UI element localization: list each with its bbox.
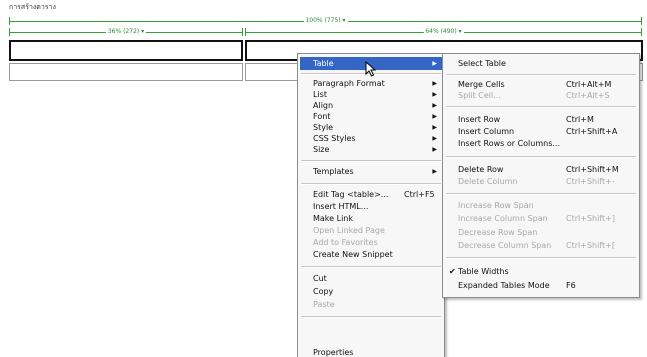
menu-separator	[301, 316, 441, 318]
submenu-item-select-table[interactable]: Select Table	[445, 57, 637, 70]
submenu-item-split-cell: Split Cell... Ctrl+Alt+S	[458, 91, 610, 100]
menu-item-templates[interactable]: Templates ▶	[300, 165, 442, 178]
menu-separator	[301, 266, 441, 268]
menu-separator	[301, 160, 441, 162]
submenu-item-increase-column-span: Increase Column Span Ctrl+Shift+]	[458, 214, 615, 223]
column1-width-guide[interactable]: 36% (272) ▾	[9, 28, 243, 36]
column2-width-guide[interactable]: 64% (490) ▾	[245, 28, 642, 36]
menu-separator	[301, 183, 441, 185]
submenu-item-increase-row-span: Increase Row Span	[458, 201, 534, 210]
menu-separator	[446, 106, 636, 108]
mouse-pointer-icon	[365, 61, 377, 77]
column2-width-label[interactable]: 64% (490) ▾	[423, 28, 464, 36]
menu-separator	[446, 193, 636, 195]
submenu-item-decrease-column-span: Decrease Column Span Ctrl+Shift+[	[458, 241, 615, 250]
context-menu: Table ▶ Paragraph Format ▶ List ▶ Align ▶ Fo…	[297, 53, 445, 357]
submenu-arrow-icon: ▶	[432, 60, 437, 67]
submenu-item-delete-column: Delete Column Ctrl+Shift+-	[458, 177, 615, 186]
menu-item-copy[interactable]: Copy	[300, 285, 442, 298]
menu-item-cut[interactable]: Cut	[300, 272, 442, 285]
menu-item-create-new-snippet[interactable]: Create New Snippet	[300, 248, 442, 261]
table-width-guide[interactable]: 100% (775) ▾	[9, 17, 642, 25]
checkmark-icon: ✔	[449, 267, 456, 276]
submenu-item-expanded-tables-mode[interactable]: Expanded Tables Mode F6	[445, 279, 637, 292]
column1-width-label[interactable]: 36% (272) ▾	[105, 28, 147, 36]
menu-separator	[446, 257, 636, 259]
table-width-label[interactable]: 100% (775) ▾	[303, 17, 348, 25]
table-cell-r2c1[interactable]	[9, 63, 243, 81]
document-title: การสร้างตาราง	[9, 3, 56, 11]
table-submenu: Select Table Merge Cells Ctrl+Alt+M Split…	[442, 53, 640, 298]
menu-item-properties[interactable]: Properties	[300, 346, 442, 357]
menu-item-size[interactable]: Size ▶	[300, 143, 442, 156]
menu-separator	[446, 156, 636, 158]
submenu-item-insert-rows-or-columns[interactable]: Insert Rows or Columns...	[445, 137, 637, 150]
table-cell-r1c1[interactable]	[9, 40, 243, 61]
menu-separator	[446, 74, 636, 76]
submenu-item-table-widths[interactable]: ✔ Table Widths	[445, 265, 637, 278]
submenu-arrow-icon: ▶	[432, 146, 437, 153]
submenu-item-decrease-row-span: Decrease Row Span	[458, 228, 538, 237]
menu-item-paste: Paste	[313, 300, 335, 309]
submenu-arrow-icon: ▶	[432, 168, 437, 175]
